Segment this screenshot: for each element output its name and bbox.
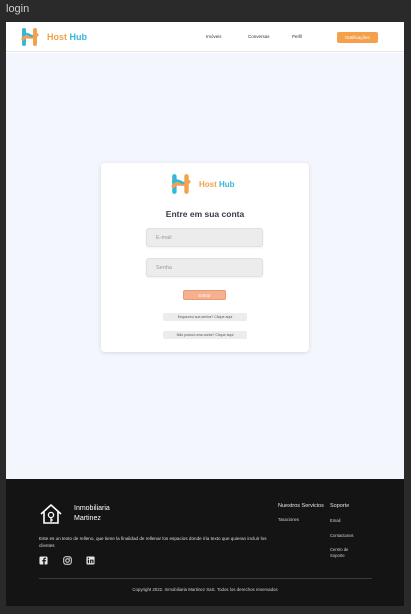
nav-link-conversas[interactable]: Conversas xyxy=(248,34,270,39)
facebook-icon[interactable] xyxy=(39,556,48,565)
password-field[interactable] xyxy=(146,258,263,277)
signup-button[interactable]: Não possui uma conta? Clique aqui xyxy=(163,331,247,339)
brand-host-text: Host xyxy=(199,179,217,189)
linkedin-icon[interactable] xyxy=(86,556,95,565)
support-title: Soporte xyxy=(330,503,350,509)
email-field[interactable] xyxy=(146,228,263,247)
main-content: Host Hub Entre em sua conta Entrar Esque… xyxy=(6,53,404,479)
host-hub-logo-icon xyxy=(21,28,39,46)
instagram-icon[interactable] xyxy=(63,556,72,565)
footer-logo[interactable]: Inmobiliaria Martinez xyxy=(38,501,110,527)
footer-company-line1: Inmobiliaria xyxy=(74,505,110,512)
notifications-button[interactable]: Notificações xyxy=(337,32,378,43)
window-title: login xyxy=(6,3,30,15)
login-button[interactable]: Entrar xyxy=(183,290,226,300)
brand-hub-text: Hub xyxy=(69,32,88,42)
nav-link-imoveis[interactable]: Imóveis xyxy=(206,34,222,39)
site-footer: Inmobiliaria Martinez Este es un texto d… xyxy=(6,479,404,606)
top-navbar: Host Hub Imóveis Conversas Perfil Notifi… xyxy=(6,22,404,52)
support-item-email[interactable]: Email xyxy=(330,518,340,524)
footer-copyright: Copyright 2022. Inmobiliaria Martinez Sa… xyxy=(132,587,278,592)
host-hub-logo-icon xyxy=(171,174,191,194)
brand-hub-text: Hub xyxy=(219,179,235,189)
footer-company-line2: Martinez xyxy=(74,515,101,522)
support-item-contactanos[interactable]: Contactanos xyxy=(330,533,354,539)
forgot-password-button[interactable]: Esqueceu sua senha? Clique aqui xyxy=(163,313,247,321)
footer-divider xyxy=(39,578,372,579)
services-title: Nuestros Servicios xyxy=(278,503,324,509)
brand-host-text: Host xyxy=(47,32,67,42)
brand-logo[interactable]: Host Hub xyxy=(20,27,87,47)
login-card-logo: Host Hub xyxy=(170,173,235,195)
app-frame: Host Hub Imóveis Conversas Perfil Notifi… xyxy=(6,22,404,606)
login-title: Entre em sua conta xyxy=(165,209,245,219)
support-item-centro-de-soporte[interactable]: Centro de Soporte xyxy=(330,547,360,559)
nav-link-perfil[interactable]: Perfil xyxy=(292,34,302,39)
house-key-logo-icon xyxy=(40,504,62,524)
services-item-tasaciones[interactable]: Tasaciones xyxy=(278,517,299,523)
login-card: Host Hub Entre em sua conta Entrar Esque… xyxy=(101,163,309,352)
footer-description: Este es un texto de relleno, que tiene l… xyxy=(39,536,267,548)
